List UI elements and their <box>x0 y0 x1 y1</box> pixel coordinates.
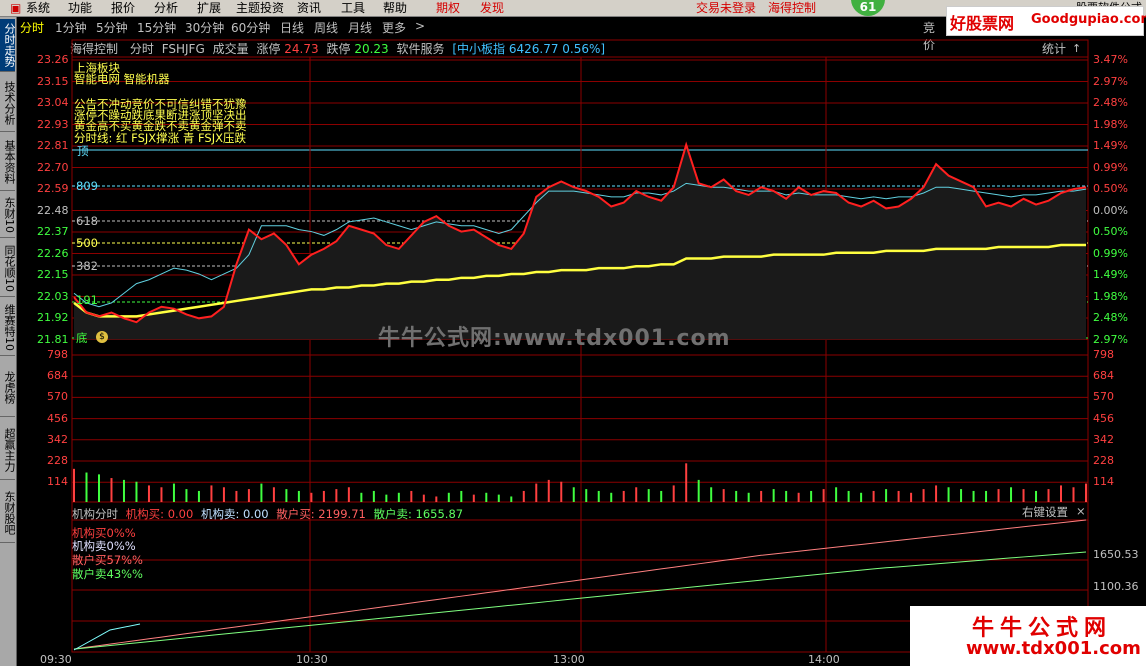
level-191: 191 <box>76 293 98 307</box>
close-icon[interactable]: × <box>1076 505 1086 517</box>
volume-tick-right: 684 <box>1093 369 1114 383</box>
volume-tick-left: 570 <box>47 390 68 404</box>
legend-inst-sell: 机构卖0%% <box>72 539 136 553</box>
percent-tick: 1.98% <box>1093 117 1128 131</box>
volume-tick-right: 342 <box>1093 432 1114 446</box>
concept-list: 智能电网 智能机器 <box>74 72 170 86</box>
percent-tick: 0.50% <box>1093 182 1128 195</box>
time-label-1030: 10:30 <box>296 653 328 666</box>
inst-panel-header: 机构分时 机构买: 0.00 机构卖: 0.00 散户买: 2199.71 散户… <box>72 506 463 522</box>
volume-tick-right: 228 <box>1093 454 1114 467</box>
price-tick: 22.81 <box>37 139 69 152</box>
price-tick: 21.92 <box>37 311 69 324</box>
price-tick: 22.70 <box>37 160 69 174</box>
percent-tick: 0.99% <box>1093 246 1128 260</box>
percent-tick: 0.00% <box>1093 203 1128 217</box>
time-label-1300: 13:00 <box>553 653 585 666</box>
legend-inst-buy: 机构买0%% <box>72 526 136 540</box>
level-809: 809 <box>76 179 98 193</box>
price-tick: 22.26 <box>37 246 69 260</box>
volume-tick-left: 684 <box>47 369 68 383</box>
volume-tick-left: 456 <box>47 411 68 425</box>
retail-buy-label: 散户买: <box>276 507 315 521</box>
price-tick: 23.26 <box>37 53 69 66</box>
top-marker: 顶 <box>77 144 89 158</box>
volume-tick-left: 798 <box>47 348 68 361</box>
center-watermark: 牛牛公式网:www.tdx001.com <box>378 326 731 351</box>
volume-tick-right: 456 <box>1093 411 1114 425</box>
percent-tick: 3.47% <box>1093 53 1128 66</box>
price-fill <box>74 144 1086 340</box>
rule-line-4: 分时线: 红 FSJX撑涨 青 FSJX压跌 <box>74 131 246 145</box>
price-tick: 23.04 <box>37 96 69 109</box>
percent-tick: 1.98% <box>1093 289 1128 303</box>
inst-sell-value: 0.00 <box>242 507 269 521</box>
volume-tick-left: 114 <box>47 475 68 489</box>
price-tick: 21.81 <box>37 332 69 346</box>
percent-tick: 2.97% <box>1093 74 1128 88</box>
volume-tick-right: 114 <box>1093 475 1114 489</box>
retail-buy-value: 2199.71 <box>318 507 366 521</box>
inst-sell-label: 机构卖: <box>200 507 240 521</box>
price-tick: 22.15 <box>37 268 69 281</box>
percent-tick: 0.99% <box>1093 160 1128 174</box>
legend-retail-sell: 散户卖43%% <box>72 567 143 581</box>
percent-tick: 0.50% <box>1093 225 1128 238</box>
buy-signal-icon: $ <box>96 331 108 343</box>
level-382: 382 <box>76 259 98 273</box>
time-label-1400: 14:00 <box>808 653 840 666</box>
volume-tick-right: 798 <box>1093 348 1114 361</box>
corner-watermark-url: www.tdx001.com <box>966 638 1141 659</box>
level-618: 618 <box>76 214 98 228</box>
inst-buy-label: 机构买: <box>125 507 165 521</box>
price-tick: 22.48 <box>37 203 69 217</box>
level-500: 500 <box>76 236 98 250</box>
retail-sell-label: 散户卖: <box>373 507 412 521</box>
percent-tick: 1.49% <box>1093 268 1128 281</box>
price-tick: 22.03 <box>37 289 69 303</box>
retail-sell-value: 1655.87 <box>415 507 464 521</box>
time-label-0930: 09:30 <box>40 653 72 666</box>
bottom-axis-mid: 1100.36 <box>1093 580 1139 593</box>
volume-tick-right: 570 <box>1093 390 1114 404</box>
percent-tick: 2.97% <box>1093 332 1128 346</box>
legend-retail-buy: 散户买57%% <box>72 553 143 567</box>
percent-tick: 2.48% <box>1093 311 1128 324</box>
price-tick: 22.37 <box>37 225 69 238</box>
inst-buy-value: 0.00 <box>167 507 194 521</box>
percent-tick: 1.49% <box>1093 139 1128 152</box>
price-tick: 22.93 <box>37 117 69 131</box>
price-tick: 23.15 <box>37 74 69 88</box>
price-tick: 22.59 <box>37 182 69 195</box>
right-click-settings[interactable]: 右键设置 <box>1022 506 1068 518</box>
percent-tick: 2.48% <box>1093 96 1128 109</box>
volume-tick-left: 228 <box>47 454 68 467</box>
volume-tick-left: 342 <box>47 432 68 446</box>
inst-panel-title: 机构分时 <box>72 507 118 521</box>
bottom-axis-top: 1650.53 <box>1093 548 1139 561</box>
bottom-marker: 底 <box>76 331 88 345</box>
